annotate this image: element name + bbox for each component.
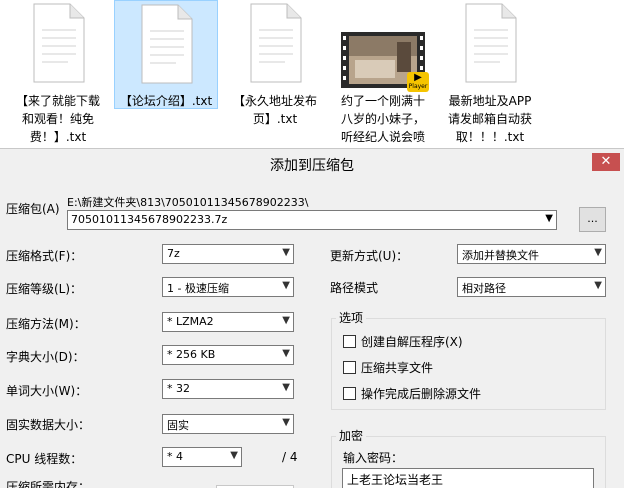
shared-label: 压缩共享文件 [361, 361, 434, 375]
memory-label: 压缩所需内存： [6, 480, 91, 488]
dict-value: * 256 KB [167, 348, 216, 361]
chevron-down-icon: ▼ [282, 382, 290, 393]
method-select[interactable]: * LZMA2 ▼ [162, 312, 294, 332]
browse-button[interactable]: ... [579, 207, 606, 232]
close-button[interactable]: ✕ [592, 153, 620, 171]
sfx-checkbox-row[interactable]: 创建自解压程序(X) [343, 333, 463, 350]
word-select[interactable]: * 32 ▼ [162, 379, 294, 399]
password-input[interactable]: 上老王论坛当老王 [342, 468, 594, 488]
sfx-checkbox[interactable] [343, 335, 356, 348]
pathmode-value: 相对路径 [462, 282, 506, 295]
delete-checkbox[interactable] [343, 387, 356, 400]
level-select[interactable]: 1 - 极速压缩 ▼ [162, 277, 294, 297]
chevron-down-icon: ▼ [282, 247, 290, 258]
archive-path: E:\新建文件夹\813\70501011345678902233\ [67, 196, 309, 209]
file-name: 最新地址及APP 请发邮箱自动获 取！！！.txt [447, 94, 532, 144]
chevron-down-icon: ▼ [594, 247, 602, 258]
cpu-label: CPU 线程数： [6, 452, 83, 466]
text-file-icon [141, 4, 193, 84]
format-label: 压缩格式(F)： [6, 249, 83, 263]
encryption-title: 加密 [336, 427, 367, 444]
chevron-down-icon: ▼ [282, 348, 290, 359]
cpu-select[interactable]: * 4 ▼ [162, 447, 242, 467]
player-badge-label: Player [408, 83, 428, 90]
text-file-icon [33, 3, 85, 83]
method-label: 压缩方法(M)： [6, 317, 86, 331]
update-label: 更新方式(U)： [330, 249, 409, 263]
file-name: 【永久地址发布 页】.txt [232, 94, 317, 126]
player-badge-icon: ▶ Player [407, 72, 429, 92]
options-title: 选项 [336, 309, 367, 326]
dialog-titlebar[interactable]: 添加到压缩包 ✕ [0, 149, 624, 177]
password-value: 上老王论坛当老王 [347, 473, 444, 487]
archive-name-combobox[interactable]: 70501011345678902233.7z ▼ [67, 210, 557, 230]
password-label: 输入密码： [343, 451, 404, 465]
close-icon: ✕ [600, 154, 612, 169]
dict-select[interactable]: * 256 KB ▼ [162, 345, 294, 365]
file-item-4[interactable]: ▶Player 约了一个刚满十 八岁的小妹子， 听经纪人说会喷 水... [331, 0, 435, 162]
shared-checkbox-row[interactable]: 压缩共享文件 [343, 359, 433, 376]
add-to-archive-dialog: 添加到压缩包 ✕ 压缩包(A) E:\新建文件夹\813\70501011345… [0, 148, 624, 488]
format-value: 7z [167, 247, 180, 260]
delete-checkbox-row[interactable]: 操作完成后删除源文件 [343, 385, 481, 402]
format-select[interactable]: 7z ▼ [162, 244, 294, 264]
pathmode-label: 路径模式 [330, 281, 379, 295]
archive-label: 压缩包(A) [6, 202, 60, 216]
pathmode-select[interactable]: 相对路径 ▼ [457, 277, 606, 297]
delete-label: 操作完成后删除源文件 [361, 387, 482, 401]
chevron-down-icon: ▼ [230, 450, 238, 461]
file-explorer: 【来了就能下载 和观看！纯免 费！】.txt 【论坛介绍】.txt 【永久地址发… [0, 0, 624, 162]
file-name: 【论坛介绍】.txt [119, 94, 213, 108]
word-value: * 32 [167, 382, 190, 395]
dialog-title: 添加到压缩包 [270, 158, 354, 174]
chevron-down-icon: ▼ [594, 280, 602, 291]
word-label: 单词大小(W)： [6, 384, 88, 398]
method-value: * LZMA2 [167, 315, 214, 328]
text-file-icon [465, 3, 517, 83]
level-value: 1 - 极速压缩 [167, 282, 229, 295]
chevron-down-icon[interactable]: ▼ [545, 213, 553, 224]
chevron-down-icon: ▼ [282, 315, 290, 326]
chevron-down-icon: ▼ [282, 417, 290, 428]
file-item-1[interactable]: 【来了就能下载 和观看！纯免 费！】.txt [8, 0, 108, 148]
cpu-value: * 4 [167, 450, 183, 463]
level-label: 压缩等级(L)： [6, 282, 83, 296]
archive-name: 70501011345678902233.7z [71, 213, 228, 226]
cpu-total: / 4 [282, 450, 298, 464]
shared-checkbox[interactable] [343, 361, 356, 374]
file-name: 【来了就能下载 和观看！纯免 费！】.txt [15, 94, 100, 144]
file-item-5[interactable]: 最新地址及APP 请发邮箱自动获 取！！！.txt [440, 0, 540, 148]
chevron-down-icon: ▼ [282, 280, 290, 291]
sfx-label: 创建自解压程序(X) [361, 335, 463, 349]
solid-select[interactable]: 固实 ▼ [162, 414, 294, 434]
file-item-2[interactable]: 【论坛介绍】.txt [114, 0, 218, 109]
dict-label: 字典大小(D)： [6, 350, 85, 364]
file-item-3[interactable]: 【永久地址发布 页】.txt [225, 0, 325, 148]
solid-label: 固实数据大小： [6, 418, 91, 432]
solid-value: 固实 [167, 419, 189, 432]
update-value: 添加并替换文件 [462, 249, 539, 262]
text-file-icon [250, 3, 302, 83]
update-select[interactable]: 添加并替换文件 ▼ [457, 244, 606, 264]
